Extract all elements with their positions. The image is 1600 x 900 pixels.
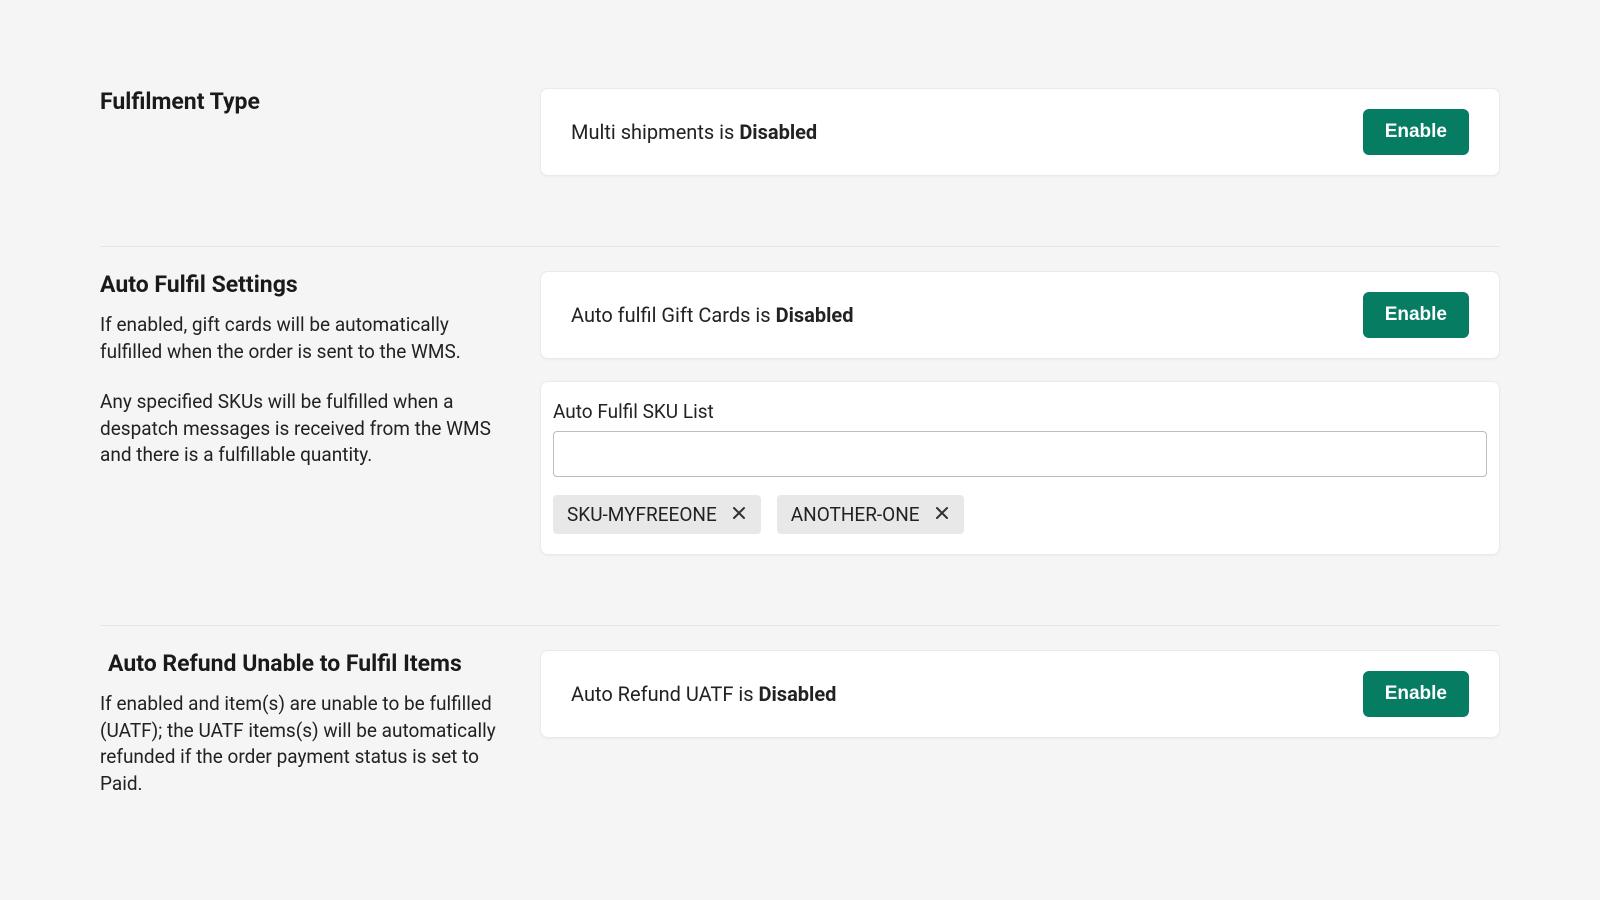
- sku-tag-label: SKU-MYFREEONE: [567, 503, 717, 526]
- auto-fulfil-description: If enabled, gift cards will be automatic…: [100, 312, 500, 469]
- fulfilment-type-title: Fulfilment Type: [100, 88, 500, 115]
- sku-tag: ANOTHER-ONE: [777, 495, 964, 534]
- enable-auto-fulfil-gift-button[interactable]: Enable: [1363, 292, 1469, 338]
- fulfilment-type-card: Multi shipments is Disabled Enable: [540, 88, 1500, 176]
- section-auto-fulfil: Auto Fulfil Settings If enabled, gift ca…: [100, 246, 1500, 601]
- settings-container: Fulfilment Type Multi shipments is Disab…: [0, 0, 1600, 837]
- auto-fulfil-sku-input[interactable]: [553, 431, 1487, 477]
- auto-refund-status: Auto Refund UATF is Disabled: [571, 682, 836, 706]
- sku-tag-label: ANOTHER-ONE: [791, 503, 920, 526]
- auto-fulfil-title: Auto Fulfil Settings: [100, 271, 500, 298]
- sku-tag: SKU-MYFREEONE: [553, 495, 761, 534]
- auto-fulfil-gift-status: Auto fulfil Gift Cards is Disabled: [571, 303, 853, 327]
- auto-refund-title: Auto Refund Unable to Fulfil Items: [108, 650, 500, 677]
- section-fulfilment-type: Fulfilment Type Multi shipments is Disab…: [100, 88, 1500, 222]
- auto-fulfil-sku-card: Auto Fulfil SKU List SKU-MYFREEONE ANOTH…: [540, 381, 1500, 555]
- auto-refund-description: If enabled and item(s) are unable to be …: [100, 691, 500, 797]
- multi-shipments-status: Multi shipments is Disabled: [571, 120, 817, 144]
- remove-sku-tag-button[interactable]: [729, 505, 749, 525]
- enable-auto-refund-button[interactable]: Enable: [1363, 671, 1469, 717]
- auto-fulfil-gift-card: Auto fulfil Gift Cards is Disabled Enabl…: [540, 271, 1500, 359]
- close-icon: [934, 505, 950, 524]
- auto-refund-card: Auto Refund UATF is Disabled Enable: [540, 650, 1500, 738]
- sku-tags: SKU-MYFREEONE ANOTHER-ONE: [553, 495, 1487, 534]
- auto-fulfil-sku-label: Auto Fulfil SKU List: [553, 400, 1487, 423]
- remove-sku-tag-button[interactable]: [932, 505, 952, 525]
- section-auto-refund: Auto Refund Unable to Fulfil Items If en…: [100, 625, 1500, 797]
- close-icon: [731, 505, 747, 524]
- enable-multi-shipments-button[interactable]: Enable: [1363, 109, 1469, 155]
